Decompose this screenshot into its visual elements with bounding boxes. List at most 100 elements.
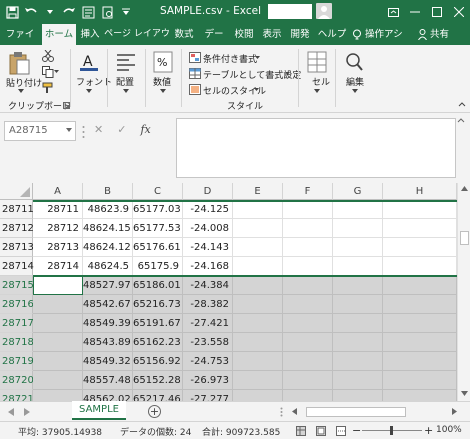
row-header[interactable]: 28715: [0, 276, 34, 295]
copy-icon[interactable]: [42, 66, 54, 78]
maximize-icon[interactable]: [426, 0, 448, 24]
tab-data[interactable]: データ: [200, 24, 228, 61]
copy-dropdown-icon[interactable]: [54, 70, 59, 73]
minimize-icon[interactable]: [404, 0, 426, 24]
scroll-left-icon[interactable]: [292, 408, 297, 415]
tab-review[interactable]: 校閲: [232, 24, 256, 45]
vertical-scroll-thumb[interactable]: [460, 231, 469, 245]
cell-b28716[interactable]: 48542.67: [83, 295, 133, 314]
cell-e28713[interactable]: [233, 238, 283, 257]
cell-f28719[interactable]: [283, 352, 333, 371]
cut-icon[interactable]: [42, 50, 54, 62]
tab-split-grip-icon[interactable]: [280, 407, 283, 417]
cell-c28712[interactable]: 65177.53: [133, 219, 183, 238]
format-painter-icon[interactable]: [42, 82, 54, 94]
cell-h28721[interactable]: [383, 390, 457, 401]
cell-c28711[interactable]: 65177.03: [133, 200, 183, 219]
alignment-icon[interactable]: [116, 53, 136, 71]
paste-button[interactable]: 貼り付け: [6, 76, 42, 89]
formula-input[interactable]: [176, 118, 456, 178]
cell-h28720[interactable]: [383, 371, 457, 390]
cell-f28720[interactable]: [283, 371, 333, 390]
cell-h28715[interactable]: [383, 276, 457, 295]
row-header[interactable]: 28720: [0, 371, 34, 390]
cell-a28711[interactable]: 28711: [33, 200, 83, 219]
cell-e28720[interactable]: [233, 371, 283, 390]
number-dropdown-icon[interactable]: [160, 89, 166, 93]
cell-d28712[interactable]: -24.008: [183, 219, 233, 238]
cell-a28714[interactable]: 28714: [33, 257, 83, 276]
cell-a28715[interactable]: [33, 276, 83, 295]
cell-d28718[interactable]: -23.558: [183, 333, 233, 352]
cellstyle-dropdown-icon[interactable]: [254, 88, 259, 91]
row-header[interactable]: 28718: [0, 333, 34, 352]
horizontal-scroll-thumb[interactable]: [306, 407, 406, 417]
zoom-level[interactable]: 100%: [436, 425, 462, 435]
cell-a28713[interactable]: 28713: [33, 238, 83, 257]
page-break-view-icon[interactable]: [336, 426, 346, 436]
zoom-out-button[interactable]: −: [352, 424, 361, 437]
print-preview-icon[interactable]: [99, 3, 115, 21]
formula-expand-icon[interactable]: [456, 118, 466, 178]
undo-icon[interactable]: [23, 3, 39, 21]
cell-d28721[interactable]: -27.277: [183, 390, 233, 401]
cell-b28721[interactable]: 48562.02: [83, 390, 133, 401]
collapse-ribbon-icon[interactable]: [458, 101, 466, 107]
cell-c28715[interactable]: 65186.01: [133, 276, 183, 295]
close-icon[interactable]: [448, 0, 470, 24]
cell-c28721[interactable]: 65217.46: [133, 390, 183, 401]
cell-f28717[interactable]: [283, 314, 333, 333]
cell-f28716[interactable]: [283, 295, 333, 314]
row-header[interactable]: 28721: [0, 390, 34, 401]
paste-icon[interactable]: [8, 51, 30, 75]
cell-b28713[interactable]: 48624.12: [83, 238, 133, 257]
scroll-down-icon[interactable]: [461, 391, 468, 396]
cell-e28711[interactable]: [233, 200, 283, 219]
cell-f28712[interactable]: [283, 219, 333, 238]
cell-a28719[interactable]: [33, 352, 83, 371]
cell-g28720[interactable]: [333, 371, 383, 390]
tab-view[interactable]: 表示: [260, 24, 284, 45]
form-icon[interactable]: [80, 3, 96, 21]
cell-g28711[interactable]: [333, 200, 383, 219]
cell-c28718[interactable]: 65162.23: [133, 333, 183, 352]
next-sheet-icon[interactable]: [24, 408, 30, 416]
sheet-tab-sample[interactable]: SAMPLE: [72, 401, 126, 420]
cell-b28717[interactable]: 48549.39: [83, 314, 133, 333]
cells-dropdown-icon[interactable]: [314, 89, 320, 93]
cell-g28712[interactable]: [333, 219, 383, 238]
font-dropdown-icon[interactable]: [86, 89, 92, 93]
add-sheet-button[interactable]: +: [148, 405, 161, 418]
tell-me[interactable]: 操作アシ: [352, 24, 403, 45]
cell-e28712[interactable]: [233, 219, 283, 238]
cell-b28715[interactable]: 48527.97: [83, 276, 133, 295]
cell-e28719[interactable]: [233, 352, 283, 371]
redo-icon[interactable]: [61, 3, 77, 21]
tab-page-layout[interactable]: ページ レイアウト: [104, 24, 170, 60]
vertical-scrollbar[interactable]: [457, 183, 470, 401]
conditional-dropdown-icon[interactable]: [255, 56, 260, 59]
cell-g28716[interactable]: [333, 295, 383, 314]
alignment-dropdown-icon[interactable]: [123, 89, 129, 93]
normal-view-icon[interactable]: [296, 426, 306, 436]
horizontal-scrollbar[interactable]: [290, 406, 460, 418]
cell-f28711[interactable]: [283, 200, 333, 219]
select-all-corner[interactable]: [0, 183, 33, 200]
conditional-formatting-button[interactable]: 条件付き書式: [203, 52, 257, 65]
cell-f28718[interactable]: [283, 333, 333, 352]
tab-home[interactable]: ホーム: [42, 24, 76, 45]
column-header-e[interactable]: E: [233, 183, 283, 200]
column-header-d[interactable]: D: [183, 183, 233, 200]
column-header-c[interactable]: C: [133, 183, 183, 200]
column-header-a[interactable]: A: [33, 183, 83, 200]
save-icon[interactable]: [4, 3, 20, 21]
cell-d28719[interactable]: -24.753: [183, 352, 233, 371]
row-header[interactable]: 28712: [0, 219, 34, 238]
cell-h28718[interactable]: [383, 333, 457, 352]
cell-d28711[interactable]: -24.125: [183, 200, 233, 219]
cell-e28717[interactable]: [233, 314, 283, 333]
row-header[interactable]: 28714: [0, 257, 34, 276]
row-header[interactable]: 28717: [0, 314, 34, 333]
cell-a28718[interactable]: [33, 333, 83, 352]
cell-b28718[interactable]: 48543.89: [83, 333, 133, 352]
